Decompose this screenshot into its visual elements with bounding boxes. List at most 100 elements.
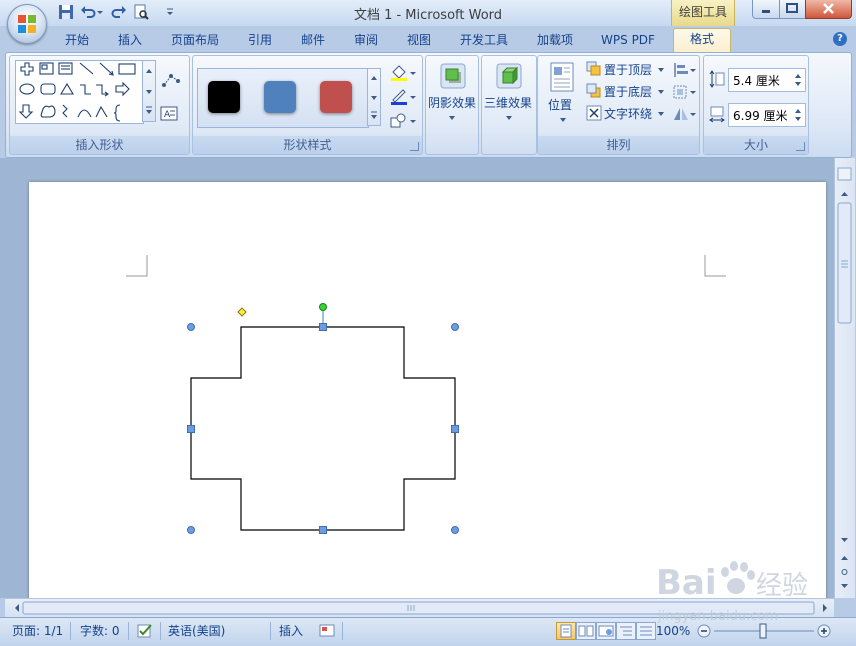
position-button[interactable]: 位置 [542,58,582,134]
send-to-back-button[interactable]: 置于底层 [584,82,666,100]
resize-handle-top[interactable] [319,323,327,331]
tab-view[interactable]: 视图 [397,30,441,52]
bring-front-dropdown-icon [658,68,664,72]
shape-outline-icon[interactable] [389,88,417,106]
group-objects-icon[interactable] [672,84,696,100]
rotate-icon[interactable] [672,106,696,122]
full-screen-reading-button[interactable] [576,622,596,640]
shapes-gallery-scroll[interactable] [142,60,156,122]
group-3d-effects[interactable]: 三维效果 [481,55,537,155]
resize-handle-top-right[interactable] [451,323,459,331]
shapes-gallery[interactable] [15,60,144,124]
resize-handle-bottom-right[interactable] [451,526,459,534]
tab-page-layout[interactable]: 页面布局 [163,30,227,52]
office-button[interactable] [7,4,47,44]
shape-styles-gallery[interactable] [197,68,369,128]
word-count[interactable]: 字数: 0 [80,622,120,640]
horizontal-scrollbar-parts [15,601,827,615]
zoom-level[interactable]: 100% [656,622,690,640]
tab-add-ins[interactable]: 加载项 [527,30,583,52]
adjustment-handle[interactable] [237,307,247,317]
plus-shape-outline[interactable] [190,326,456,531]
styles-gallery-scroll[interactable] [367,68,381,126]
shape-styles-label: 形状样式 [193,136,422,154]
draft-icon [640,626,652,636]
tab-insert[interactable]: 插入 [108,30,152,52]
outline-icon [620,626,632,636]
bring-to-front-icon [586,61,601,76]
rotation-handle[interactable] [319,303,327,311]
edit-shape-icon[interactable] [160,72,182,90]
status-bar: 页面: 1/1 字数: 0 英语(美国) 插入 100% [0,617,856,646]
align-icon[interactable] [672,62,696,78]
resize-handle-bottom-left[interactable] [187,526,195,534]
resize-handle-left[interactable] [187,425,195,433]
shape-height-icon [709,70,725,88]
close-button[interactable] [805,0,852,19]
text-wrapping-icon [586,105,602,121]
resize-handle-bottom[interactable] [319,526,327,534]
position-dropdown-icon [560,118,566,122]
page-count[interactable]: 页面: 1/1 [12,622,63,640]
insert-mode[interactable]: 插入 [279,622,303,640]
bring-to-front-label: 置于顶层 [604,63,653,77]
top-left-margin-mark [126,255,148,277]
tab-references[interactable]: 引用 [238,30,282,52]
height-spin-arrows-icon[interactable] [793,71,803,89]
print-layout-view-button[interactable] [556,622,576,640]
print-layout-icon [560,624,572,638]
resize-handle-top-left[interactable] [187,323,195,331]
tab-mailings[interactable]: 邮件 [291,30,335,52]
3d-effects-label: 三维效果 [484,96,533,110]
bring-to-front-button[interactable]: 置于顶层 [584,60,666,78]
web-layout-button[interactable] [596,622,616,640]
minimize-button[interactable] [752,0,780,19]
drawing-tools-context-label: 绘图工具 [671,0,735,26]
zoom-slider-thumb [759,623,767,639]
size-dialog-launcher[interactable] [796,142,805,151]
status-separator [70,622,71,640]
office-logo-icon [18,15,36,33]
shape-fill-icon[interactable] [389,64,417,82]
group-shadow-effects[interactable]: 阴影效果 [425,55,479,155]
outline-view-button[interactable] [616,622,636,640]
insert-shapes-label: 插入形状 [10,136,189,154]
shape-width-input[interactable]: 6.99 厘米 [728,103,806,127]
resize-handle-right[interactable] [451,425,459,433]
group-size: 5.4 厘米 6.99 厘米 大小 [703,55,809,155]
horizontal-scrollbar[interactable] [5,598,834,617]
shape-height-input[interactable]: 5.4 厘米 [728,68,806,92]
macro-record-icon[interactable] [318,622,336,640]
gallery-scroll-arrows-icon [146,69,152,114]
change-shape-icon[interactable] [389,112,417,130]
tab-wps-pdf[interactable]: WPS PDF [593,30,663,52]
vertical-scrollbar[interactable] [834,158,855,598]
style-swatch-red[interactable] [320,81,352,113]
document-page[interactable] [29,182,826,602]
tab-developer[interactable]: 开发工具 [450,30,518,52]
style-swatch-blue[interactable] [264,81,296,113]
cross-shape[interactable] [179,297,469,537]
shape-styles-dialog-launcher[interactable] [410,142,419,151]
position-icon [550,62,574,92]
minimize-icon [762,10,770,13]
text-box-icon[interactable]: A [160,106,180,122]
help-icon[interactable]: ? [833,32,847,46]
proofing-icon[interactable] [136,622,154,640]
tab-home[interactable]: 开始 [55,30,99,52]
send-to-back-label: 置于底层 [604,85,653,99]
group-insert-shapes: A 插入形状 [9,55,190,155]
tab-review[interactable]: 审阅 [344,30,388,52]
ruler-toggle-icon [837,167,852,181]
zoom-slider[interactable] [696,621,836,641]
language-indicator[interactable]: 英语(美国) [168,622,225,640]
width-spin-arrows-icon[interactable] [793,106,803,124]
status-separator [342,622,343,640]
draft-view-button[interactable] [636,622,656,640]
style-swatch-black[interactable] [208,81,240,113]
tab-format[interactable]: 格式 [673,28,731,53]
shadow-dropdown-icon [449,116,455,120]
shape-height-value: 5.4 厘米 [733,74,780,88]
restore-button[interactable] [779,0,806,19]
text-wrapping-button[interactable]: 文字环绕 [584,104,666,122]
